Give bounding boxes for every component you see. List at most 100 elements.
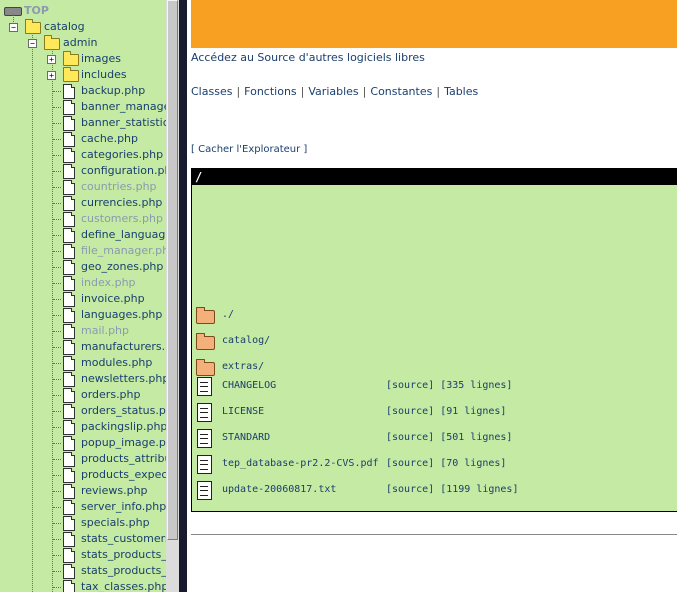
tree-item-file[interactable]: stats_products_p	[0, 547, 166, 563]
source-link[interactable]: [source]	[386, 484, 434, 495]
file-entry[interactable]: LICENSE [source] [91 lignes]	[192, 402, 677, 424]
tree-item-file[interactable]: cache.php	[0, 131, 166, 147]
tree-item-file[interactable]: file_manager.php	[0, 243, 166, 259]
tree-item-file[interactable]: stats_products_v	[0, 563, 166, 579]
expand-icon[interactable]: +	[47, 71, 56, 80]
file-name-link[interactable]: STANDARD	[222, 432, 270, 443]
tree-item-label: stats_products_v	[81, 564, 166, 577]
source-link[interactable]: [source]	[386, 380, 434, 391]
file-name-link[interactable]: CHANGELOG	[222, 380, 276, 391]
file-icon	[63, 564, 75, 579]
tree-item-label: modules.php	[81, 356, 153, 369]
current-path: /	[192, 169, 677, 185]
hide-explorer-link[interactable]: [ Cacher l'Explorateur ]	[191, 144, 307, 155]
tree-item-file[interactable]: reviews.php	[0, 483, 166, 499]
file-icon	[63, 100, 75, 115]
file-name-link[interactable]: tep_database-pr2.2-CVS.pdf	[222, 458, 379, 469]
tree-item-label: admin	[63, 36, 98, 49]
tree-item-label: packingslip.php	[81, 420, 166, 433]
dir-name-link[interactable]: ./	[222, 309, 234, 320]
tree-item-file[interactable]: categories.php	[0, 147, 166, 163]
tree-root-row[interactable]: TOP	[0, 3, 160, 19]
file-entry[interactable]: tep_database-pr2.2-CVS.pdf [source] [70 l…	[192, 454, 677, 476]
nav-variables[interactable]: Variables	[308, 85, 358, 98]
directory-browser: / ./ catalog/extras/CHANGELOG [source] [33…	[191, 168, 677, 512]
frame-divider[interactable]	[179, 0, 187, 592]
tree-item-file[interactable]: languages.php	[0, 307, 166, 323]
tree-item-file[interactable]: geo_zones.php	[0, 259, 166, 275]
tree-item-file[interactable]: define_language.	[0, 227, 166, 243]
file-entry[interactable]: CHANGELOG [source] [335 lignes]	[192, 376, 677, 398]
collapse-icon[interactable]: −	[28, 39, 37, 48]
tree-item-file[interactable]: tax_classes.php	[0, 579, 166, 592]
dir-name-link[interactable]: catalog/	[222, 335, 270, 346]
file-entry[interactable]: STANDARD [source] [501 lignes]	[192, 428, 677, 450]
tree-item-label: banner_manager	[81, 100, 166, 113]
nav-tables[interactable]: Tables	[444, 85, 478, 98]
dir-entry[interactable]: ./	[192, 305, 677, 327]
tree-item-file[interactable]: currencies.php	[0, 195, 166, 211]
tree-item-file[interactable]: banner_statistics	[0, 115, 166, 131]
file-icon	[63, 452, 75, 467]
source-link[interactable]: [source]	[386, 458, 434, 469]
header-banner	[191, 0, 677, 48]
tree-item-label: file_manager.php	[81, 244, 166, 257]
expand-icon[interactable]: +	[47, 55, 56, 64]
tree-item-file[interactable]: specials.php	[0, 515, 166, 531]
nav-fonctions[interactable]: Fonctions	[244, 85, 297, 98]
tree-item-file[interactable]: orders.php	[0, 387, 166, 403]
file-icon	[63, 356, 75, 371]
nav-constantes[interactable]: Constantes	[370, 85, 432, 98]
tree-item-file[interactable]: packingslip.php	[0, 419, 166, 435]
tree-item-file[interactable]: popup_image.ph	[0, 435, 166, 451]
nav-classes[interactable]: Classes	[191, 85, 232, 98]
tree-item-file[interactable]: products_expecte	[0, 467, 166, 483]
tree-scrollbar-thumb[interactable]	[167, 0, 178, 540]
tree-item-folder[interactable]: + includes	[0, 67, 160, 83]
line-count: [335 lignes]	[440, 380, 513, 391]
collapse-icon[interactable]: −	[9, 23, 18, 32]
tree-item-file[interactable]: manufacturers.pl	[0, 339, 166, 355]
file-icon	[197, 377, 212, 396]
tree-item-file[interactable]: newsletters.php	[0, 371, 166, 387]
file-icon	[63, 196, 75, 211]
tree-item-file[interactable]: modules.php	[0, 355, 166, 371]
folder-icon	[196, 359, 215, 376]
source-software-link[interactable]: Accédez au Source d'autres logiciels lib…	[191, 51, 425, 64]
tree-item-file[interactable]: server_info.php	[0, 499, 166, 515]
tree-item-file[interactable]: mail.php	[0, 323, 166, 339]
file-name-link[interactable]: LICENSE	[222, 406, 264, 417]
file-name-link[interactable]: update-20060817.txt	[222, 484, 336, 495]
dir-entry[interactable]: catalog/	[192, 331, 677, 353]
tree-item-label: configuration.php	[81, 164, 166, 177]
tree-item-label: currencies.php	[81, 196, 163, 209]
tree-item-file[interactable]: customers.php	[0, 211, 166, 227]
tree-item-file[interactable]: orders_status.ph	[0, 403, 166, 419]
source-link[interactable]: [source]	[386, 432, 434, 443]
tree-item-label: invoice.php	[81, 292, 145, 305]
tree-item-file[interactable]: banner_manager	[0, 99, 166, 115]
tree-root-label: TOP	[24, 4, 49, 17]
tree-item-admin[interactable]: − admin	[0, 35, 160, 51]
tree-item-file[interactable]: index.php	[0, 275, 166, 291]
tree-item-label: index.php	[81, 276, 136, 289]
file-entry[interactable]: update-20060817.txt [source] [1199 lignes…	[192, 480, 677, 502]
dir-name-link[interactable]: extras/	[222, 361, 264, 372]
file-meta: [source] [501 lignes]	[386, 432, 512, 443]
tree-item-folder[interactable]: + images	[0, 51, 160, 67]
tree-item-file[interactable]: countries.php	[0, 179, 166, 195]
tree-item-file[interactable]: stats_customers.	[0, 531, 166, 547]
line-count: [501 lignes]	[440, 432, 513, 443]
tree-item-file[interactable]: products_attribut	[0, 451, 166, 467]
tree-item-label: popup_image.ph	[81, 436, 166, 449]
file-icon	[63, 516, 75, 531]
tree-item-file[interactable]: backup.php	[0, 83, 166, 99]
tree-item-catalog[interactable]: − catalog	[0, 19, 160, 35]
tree-item-file[interactable]: invoice.php	[0, 291, 166, 307]
tree-item-file[interactable]: configuration.php	[0, 163, 166, 179]
tree-item-label: products_attribut	[81, 452, 166, 465]
source-link[interactable]: [source]	[386, 406, 434, 417]
tree-item-label: catalog	[44, 20, 85, 33]
tree-item-label: banner_statistics	[81, 116, 166, 129]
tree-item-label: orders_status.ph	[81, 404, 166, 417]
